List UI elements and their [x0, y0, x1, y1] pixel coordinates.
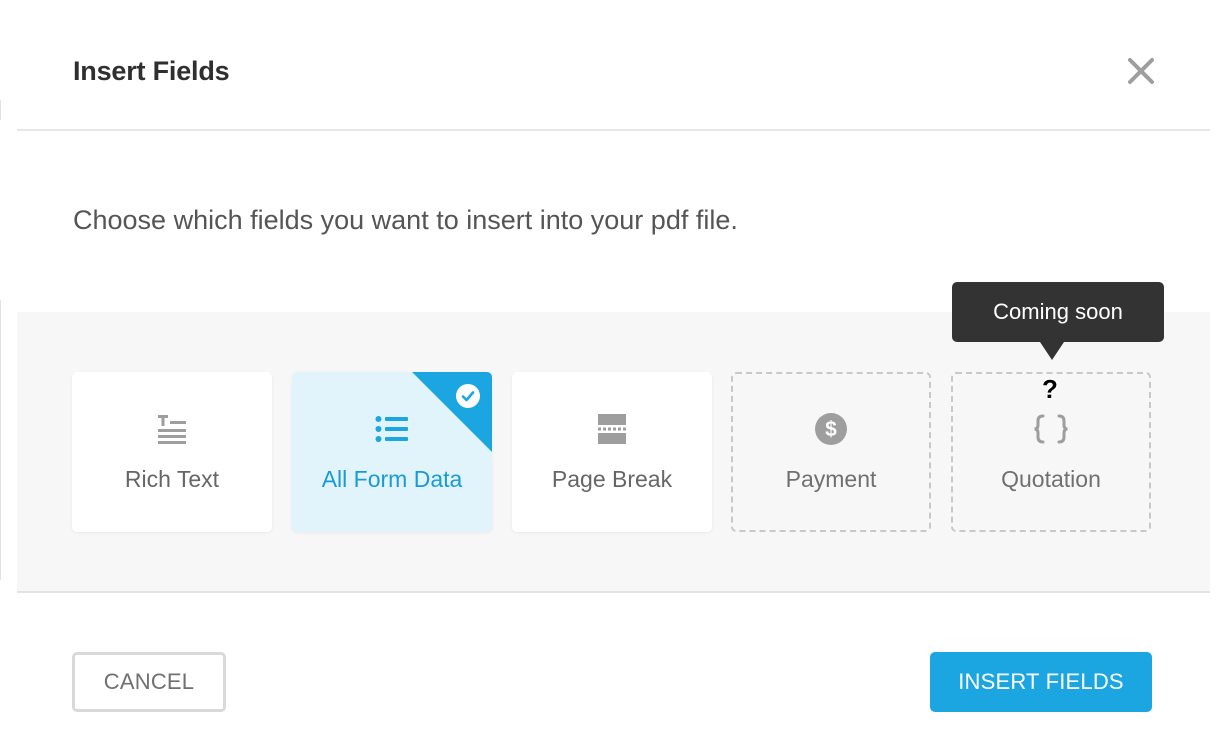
field-card-payment: $ Payment [731, 372, 931, 532]
field-card-label: Page Break [551, 466, 673, 492]
dollar-icon: $ [815, 413, 847, 445]
left-edge-line [0, 300, 1, 580]
braces-icon [1034, 414, 1068, 444]
svg-text:$: $ [825, 418, 837, 441]
selected-corner [412, 372, 492, 452]
dialog-title: Insert Fields [73, 56, 230, 86]
tooltip-arrow [1040, 342, 1064, 360]
rich-text-icon [158, 415, 186, 444]
list-icon [375, 416, 408, 442]
coming-soon-tooltip: Coming soon [952, 282, 1164, 342]
fields-grid: Rich Text All Form Data Page Break $ Pay… [17, 282, 1210, 593]
dialog-header: Insert Fields [17, 0, 1210, 131]
field-card-label: Quotation [1001, 466, 1101, 492]
insert-fields-dialog: Insert Fields Choose which fields you wa… [0, 0, 1220, 750]
field-card-label: Rich Text [124, 466, 220, 492]
page-break-icon [598, 414, 626, 444]
field-card-label: All Form Data [321, 466, 463, 492]
dialog-description: Choose which fields you want to insert i… [73, 205, 738, 235]
field-card-all-form-data[interactable]: All Form Data [292, 372, 492, 532]
cancel-button[interactable]: CANCEL [72, 652, 226, 712]
field-card-rich-text[interactable]: Rich Text [72, 372, 272, 532]
field-card-page-break[interactable]: Page Break [512, 372, 712, 532]
field-card-label: Payment [785, 466, 877, 492]
left-edge-line [0, 100, 1, 120]
help-cursor-icon: ? [1042, 374, 1058, 404]
close-button[interactable] [1127, 57, 1155, 85]
close-icon [1128, 58, 1154, 84]
insert-fields-button[interactable]: INSERT FIELDS [930, 652, 1152, 712]
check-icon [456, 384, 480, 408]
